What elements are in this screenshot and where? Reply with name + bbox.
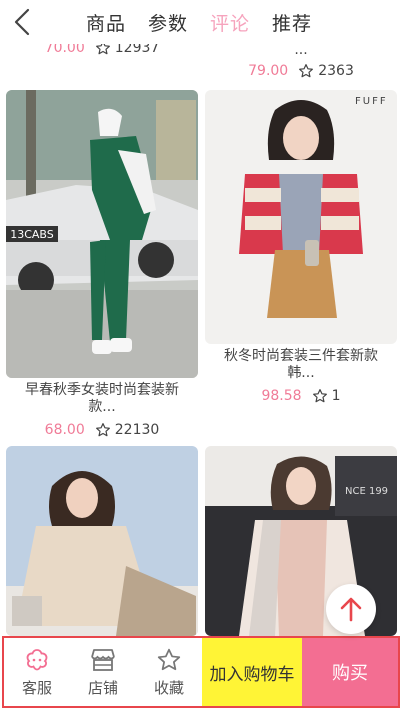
favorite-label: 收藏 [153, 678, 184, 697]
star-icon[interactable] [312, 388, 328, 404]
favorite-count: 1 [331, 388, 341, 404]
product-meta: 79.00 2363 [205, 63, 397, 79]
favorite-count: 22130 [114, 422, 160, 438]
service-label: 客服 [21, 678, 52, 697]
product-price: 98.58 [261, 388, 302, 404]
product-title: 早春秋季女装时尚套装新 款... [25, 382, 179, 415]
product-price: 68.00 [44, 422, 85, 438]
product-price: 79.00 [248, 63, 289, 79]
chevron-left-icon [14, 8, 30, 36]
buy-button[interactable]: 购买 [302, 638, 398, 706]
product-title: 秋冬时尚套装三件套新款 韩... [224, 348, 378, 381]
top-nav: 商品 参数 评论 推荐 [0, 0, 402, 44]
store-button[interactable]: 店铺 [70, 638, 136, 706]
tab-recommend[interactable]: 推荐 [272, 9, 312, 36]
product-card[interactable]: ... 79.00 2363 [205, 38, 397, 79]
tab-bar: 商品 参数 评论 推荐 [86, 0, 334, 44]
product-card[interactable] [6, 446, 198, 636]
favorite-button[interactable]: 收藏 [136, 638, 202, 706]
star-icon [157, 648, 181, 670]
tab-reviews[interactable]: 评论 [210, 9, 250, 36]
svg-text:13CABS: 13CABS [10, 228, 54, 241]
product-card[interactable]: 13CABS 早春秋季女装时尚套装新 款... 68.00 22130 [6, 90, 198, 438]
store-icon [91, 648, 115, 671]
product-meta: 98.58 1 [205, 388, 397, 404]
svg-text:NCE 199: NCE 199 [345, 486, 388, 497]
bottom-action-bar: 客服 店铺 收藏 加入购物车 购买 [2, 636, 400, 708]
product-image[interactable]: FUFF [205, 90, 397, 344]
product-meta: 68.00 22130 [6, 422, 198, 438]
favorite-count: 2363 [318, 63, 354, 79]
store-label: 店铺 [87, 678, 118, 697]
product-image[interactable] [6, 446, 198, 636]
customer-service-button[interactable]: 客服 [4, 638, 70, 706]
arrow-up-icon [340, 597, 362, 622]
tab-params[interactable]: 参数 [148, 9, 188, 36]
service-icon [26, 648, 48, 670]
product-title: ... [294, 42, 308, 58]
star-icon[interactable] [95, 422, 111, 438]
back-to-top-button[interactable] [326, 584, 376, 634]
add-to-cart-button[interactable]: 加入购物车 [202, 638, 302, 706]
tab-product[interactable]: 商品 [86, 9, 126, 36]
back-button[interactable] [8, 8, 36, 36]
star-icon[interactable] [298, 63, 314, 79]
svg-text:FUFF: FUFF [355, 96, 388, 107]
product-card[interactable]: FUFF 秋冬时尚套装三件套新款 韩... 98.58 1 [205, 90, 397, 404]
product-image[interactable]: 13CABS [6, 90, 198, 378]
